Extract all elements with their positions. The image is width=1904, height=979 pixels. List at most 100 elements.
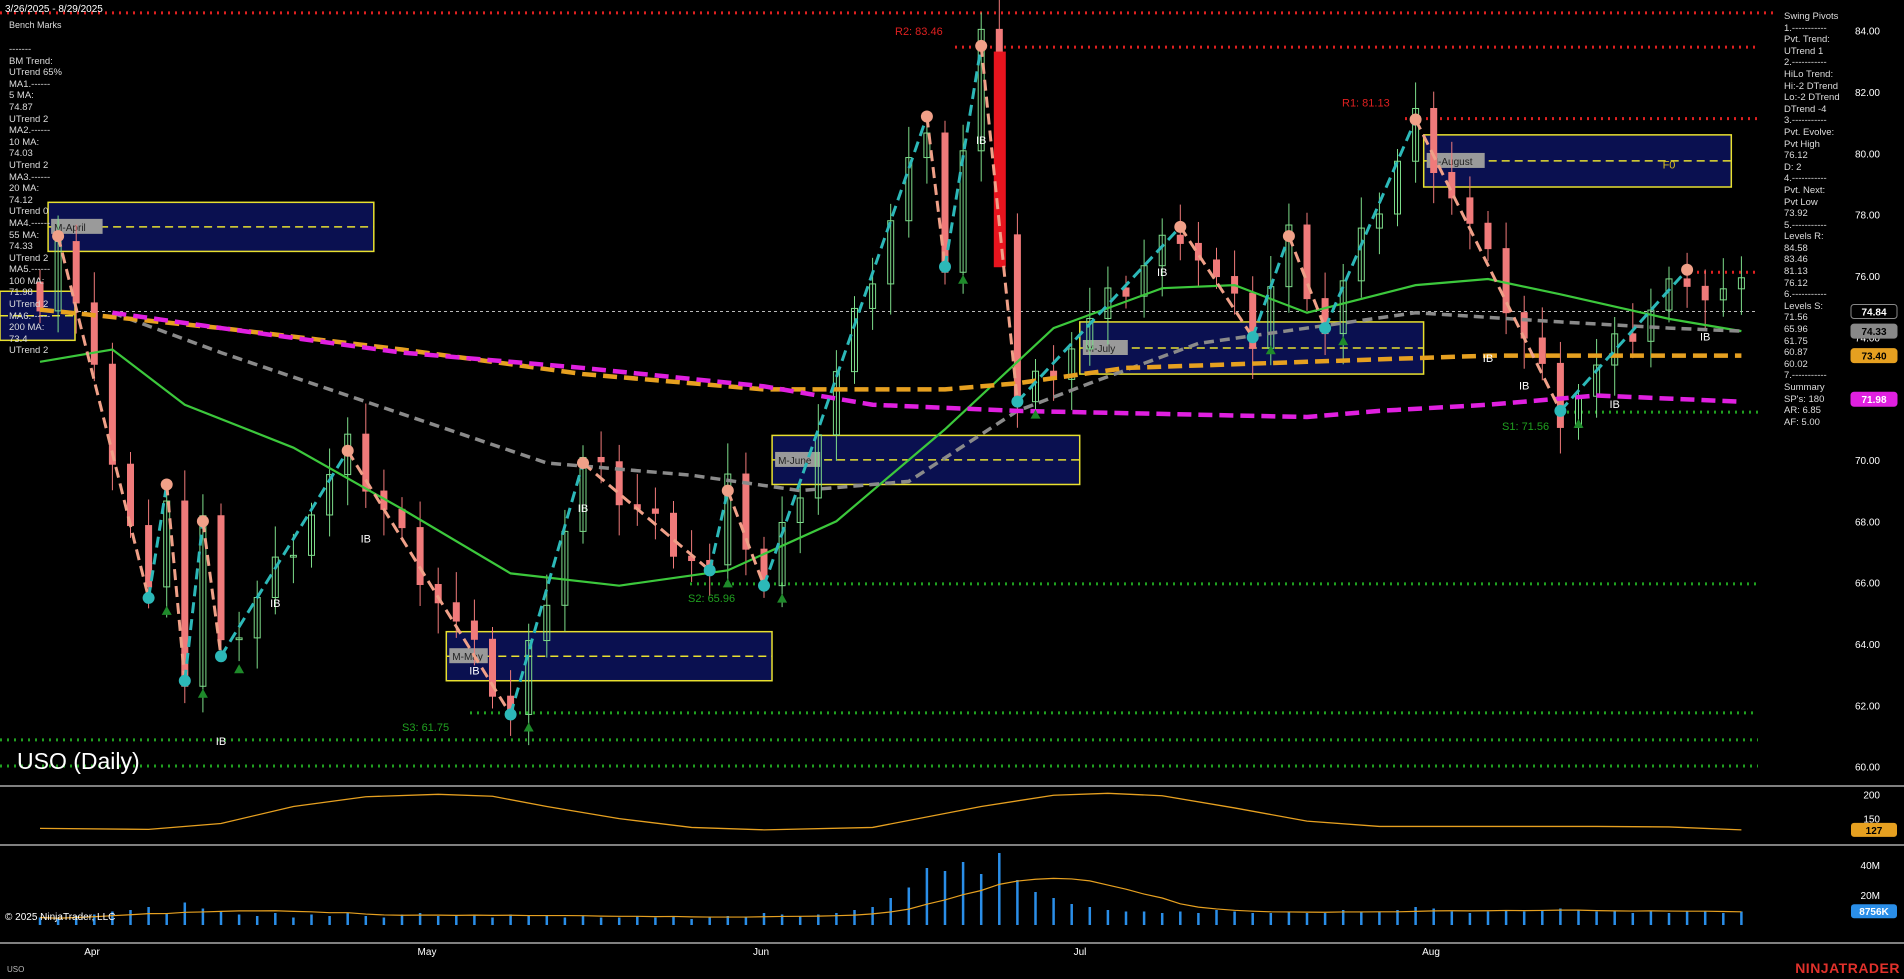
swing-low-marker xyxy=(939,261,951,273)
candle-body xyxy=(128,464,134,525)
x-tick-label: May xyxy=(418,947,437,958)
osc-tick-label: 200 xyxy=(1863,790,1880,801)
bench-line: MA3.------ xyxy=(9,172,62,184)
swing-line: 2.----------- xyxy=(1784,57,1840,69)
bench-line: UTrend 65% xyxy=(9,67,62,79)
price-tag: 74.33 xyxy=(1861,327,1886,338)
swing-line: 61.75 xyxy=(1784,336,1840,348)
swing-line: 7.----------- xyxy=(1784,370,1840,382)
swing-line: 76.12 xyxy=(1784,150,1840,162)
candle-body xyxy=(598,457,604,461)
bench-line: 5 MA: xyxy=(9,90,62,102)
bench-line: 10 MA: xyxy=(9,137,62,149)
resistance-label: R1: 81.13 xyxy=(1342,98,1390,110)
up-trend-triangle xyxy=(723,578,733,587)
swing-line: D: 2 xyxy=(1784,162,1840,174)
swing-high-marker xyxy=(1410,114,1422,126)
candle-body xyxy=(417,528,423,585)
up-trend-triangle xyxy=(958,275,968,284)
swing-up-leg xyxy=(764,116,927,585)
volume-value-tag: 8756K xyxy=(1859,907,1889,918)
bench-line: UTrend 2 xyxy=(9,114,62,126)
candle-body xyxy=(671,513,677,556)
swing-line: AF: 5.00 xyxy=(1784,417,1840,429)
x-tick-label: Jul xyxy=(1074,947,1087,958)
volume-tick-label: 40M xyxy=(1861,861,1880,872)
swing-high-marker xyxy=(975,40,987,52)
price-tag: 71.98 xyxy=(1861,395,1886,406)
swing-line: 83.46 xyxy=(1784,254,1840,266)
ib-label: IB xyxy=(469,666,479,678)
swing-pivots-panel: Swing Pivots1.-----------Pvt. Trend:UTre… xyxy=(1784,11,1840,428)
swing-line: UTrend 1 xyxy=(1784,46,1840,58)
x-tick-label: Jun xyxy=(753,947,769,958)
ib-label: IB xyxy=(361,534,371,546)
candle-body xyxy=(1485,223,1491,248)
swing-high-marker xyxy=(577,457,589,469)
candle-body xyxy=(1177,235,1183,243)
bench-line: 100 MA: xyxy=(9,276,62,288)
ib-label: IB xyxy=(1157,267,1167,279)
swing-line: Hi:-2 DTrend xyxy=(1784,81,1840,93)
swing-line: SP's: 180 xyxy=(1784,394,1840,406)
candle-body xyxy=(1684,279,1690,286)
swing-line: Pvt. Evolve: xyxy=(1784,127,1840,139)
up-trend-triangle xyxy=(524,722,534,731)
swing-line: Pvt. Trend: xyxy=(1784,34,1840,46)
y-tick-label: 60.00 xyxy=(1855,763,1880,774)
ninjatrader-logo: NINJATRADER xyxy=(1795,960,1900,976)
swing-low-marker xyxy=(215,650,227,662)
bench-line: 20 MA: xyxy=(9,183,62,195)
bench-marks-panel: -------BM Trend:UTrend 65%MA1.------5 MA… xyxy=(9,44,62,357)
moving-average-line xyxy=(112,313,1741,417)
ib-label: IB xyxy=(1519,380,1529,392)
candle-body xyxy=(453,603,459,621)
bench-line: MA5.------ xyxy=(9,264,62,276)
swing-line: 60.02 xyxy=(1784,359,1840,371)
candle-body xyxy=(652,509,658,513)
bench-line: 71.98 xyxy=(9,287,62,299)
ib-label: IB xyxy=(1609,399,1619,411)
candle-body xyxy=(109,364,115,464)
swing-low-marker xyxy=(1319,322,1331,334)
y-tick-label: 70.00 xyxy=(1855,456,1880,467)
moving-average-line xyxy=(40,279,1741,586)
swing-low-marker xyxy=(143,592,155,604)
y-tick-label: 66.00 xyxy=(1855,579,1880,590)
bench-line: MA4.------ xyxy=(9,218,62,230)
candle-body xyxy=(1431,108,1437,172)
y-tick-label: 84.00 xyxy=(1855,27,1880,38)
candle-body xyxy=(399,509,405,527)
y-tick-label: 78.00 xyxy=(1855,211,1880,222)
swing-line: 81.13 xyxy=(1784,266,1840,278)
bench-line: 74.03 xyxy=(9,148,62,160)
ib-label: IB xyxy=(1483,353,1493,365)
support-label: S3: 61.75 xyxy=(402,722,449,734)
swing-line: Swing Pivots xyxy=(1784,11,1840,23)
swing-down-leg xyxy=(58,236,149,598)
x-tick-label: Apr xyxy=(84,947,100,958)
swing-line: DTrend -4 xyxy=(1784,104,1840,116)
swing-line: Summary xyxy=(1784,382,1840,394)
swing-high-marker xyxy=(1174,221,1186,233)
copyright-text: © 2025 NinjaTrader, LLC xyxy=(5,912,115,923)
bench-line: ------- xyxy=(9,44,62,56)
swing-line: Pvt Low xyxy=(1784,197,1840,209)
ib-label: IB xyxy=(578,503,588,515)
swing-line: 4.----------- xyxy=(1784,173,1840,185)
f0-label: F0 xyxy=(1663,160,1676,172)
swing-high-marker xyxy=(197,515,209,527)
bench-line: 200 MA: xyxy=(9,322,62,334)
bench-line: UTrend 0 xyxy=(9,206,62,218)
candle-body xyxy=(1557,363,1563,427)
support-label: S1: 71.56 xyxy=(1502,421,1549,433)
price-chart[interactable]: 60.0062.0064.0066.0068.0070.0072.0074.00… xyxy=(0,0,1904,979)
up-trend-triangle xyxy=(234,664,244,673)
oscillator-line xyxy=(40,793,1741,830)
swing-low-marker xyxy=(758,580,770,592)
swing-line: Levels S: xyxy=(1784,301,1840,313)
candle-body xyxy=(471,621,477,639)
swing-up-leg xyxy=(221,451,348,656)
date-range: 3/26/2025 - 8/29/2025 xyxy=(5,4,103,15)
price-tag: 73.40 xyxy=(1861,352,1886,363)
